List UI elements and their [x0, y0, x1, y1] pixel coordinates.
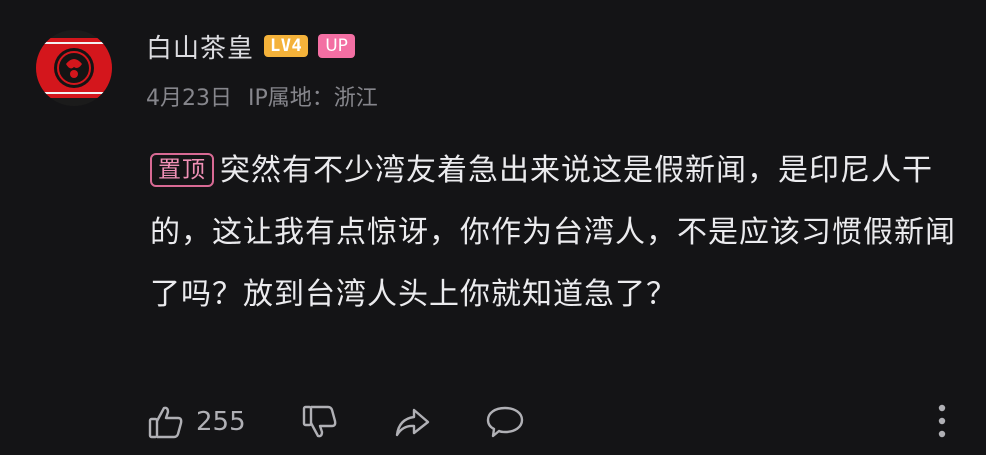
- more-vertical-icon: [936, 404, 948, 443]
- comment-button[interactable]: [484, 397, 526, 447]
- share-icon: [392, 402, 432, 442]
- action-bar: 255: [146, 397, 956, 447]
- comment-date: 4月23日: [146, 86, 232, 111]
- like-button[interactable]: 255: [146, 397, 246, 447]
- avatar-image: [36, 30, 112, 106]
- up-badge: UP: [318, 34, 355, 58]
- like-count: 255: [196, 407, 246, 437]
- comment-body: 置顶 突然有不少湾友着急出来说这是假新闻，是印尼人干的，这让我有点惊讶，你作为台湾…: [150, 140, 960, 326]
- dislike-button[interactable]: [300, 397, 340, 447]
- username[interactable]: 白山茶皇: [146, 28, 254, 65]
- comment-meta: 4月23日 IP属地：浙江: [146, 80, 378, 112]
- comment-icon: [484, 402, 526, 442]
- pinned-tag: 置顶: [150, 153, 214, 187]
- level-badge: LV4: [264, 35, 309, 57]
- more-options-button[interactable]: [936, 403, 948, 443]
- comment-text: 突然有不少湾友着急出来说这是假新闻，是印尼人干的，这让我有点惊讶，你作为台湾人，…: [150, 153, 956, 312]
- user-header: 白山茶皇 LV4 UP: [146, 28, 355, 64]
- thumbs-down-icon: [300, 402, 340, 442]
- share-button[interactable]: [392, 397, 432, 447]
- avatar[interactable]: [36, 30, 112, 106]
- thumbs-up-icon: [146, 402, 186, 442]
- ip-location: IP属地：浙江: [248, 86, 378, 111]
